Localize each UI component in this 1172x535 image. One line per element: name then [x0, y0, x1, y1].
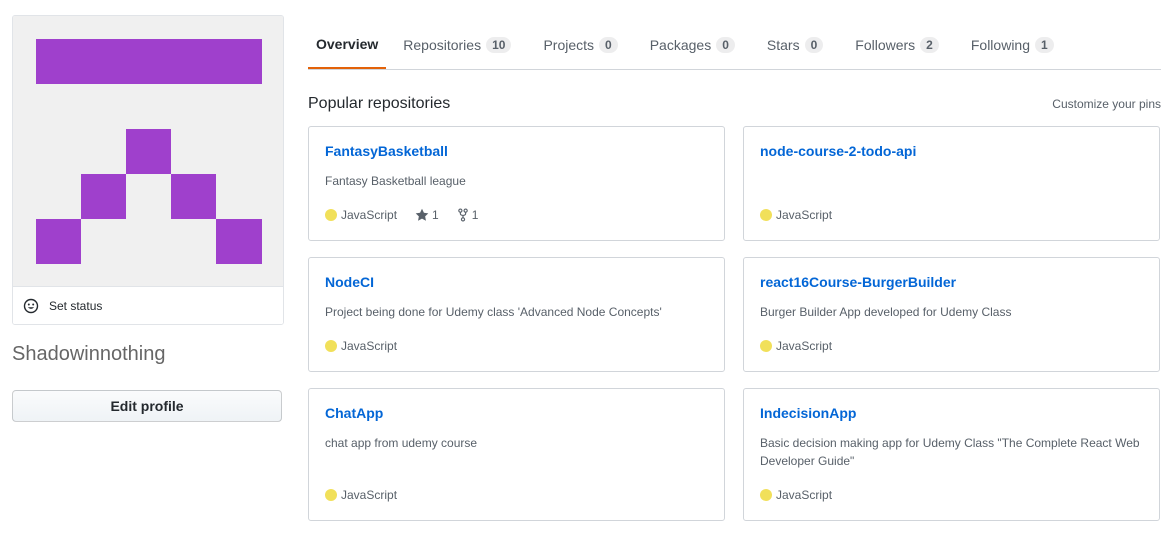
tab-followers[interactable]: Followers 2 [847, 20, 947, 69]
repo-card: node-course-2-todo-api JavaScript [743, 126, 1160, 241]
repo-meta: JavaScript 1 1 [325, 208, 478, 222]
repo-description: Basic decision making app for Udemy Clas… [760, 436, 1140, 468]
language-color-dot [760, 209, 772, 221]
repo-language: JavaScript [776, 208, 833, 222]
tab-projects[interactable]: Projects 0 [535, 20, 625, 69]
language-color-dot [325, 209, 337, 221]
repo-card: ChatApp chat app from udemy course JavaS… [308, 388, 725, 521]
avatar-container: Set status [12, 15, 284, 325]
tab-following[interactable]: Following 1 [963, 20, 1062, 69]
customize-pins-link[interactable]: Customize your pins [1052, 97, 1161, 111]
repo-card: IndecisionApp Basic decision making app … [743, 388, 1160, 521]
language-color-dot [325, 340, 337, 352]
tab-counter: 2 [920, 36, 939, 53]
repo-meta: JavaScript [325, 339, 397, 353]
repo-description: Burger Builder App developed for Udemy C… [760, 305, 1012, 319]
smiley-icon [23, 298, 39, 313]
tab-counter: 1 [1035, 36, 1054, 53]
repo-meta: JavaScript [760, 488, 832, 502]
repo-language: JavaScript [341, 208, 398, 222]
tab-label: Following [970, 36, 1030, 53]
avatar[interactable] [13, 16, 283, 286]
repo-name-link[interactable]: NodeCI [325, 274, 374, 290]
tab-counter: 0 [599, 36, 618, 53]
repo-language: JavaScript [776, 488, 833, 502]
repo-forks-link[interactable]: 1 [457, 208, 479, 222]
tab-overview[interactable]: Overview [308, 20, 387, 69]
repo-name-link[interactable]: FantasyBasketball [325, 143, 448, 159]
repo-forks-count: 1 [471, 208, 479, 222]
set-status-button[interactable]: Set status [13, 286, 283, 324]
repo-meta: JavaScript [760, 339, 832, 353]
profile-nav: Overview Repositories 10 Projects 0 Pack… [308, 20, 1161, 70]
star-icon [415, 208, 429, 221]
repo-name-link[interactable]: ChatApp [325, 405, 383, 421]
fork-icon [457, 208, 468, 222]
language-color-dot [760, 340, 772, 352]
tab-label: Stars [766, 36, 800, 53]
tab-packages[interactable]: Packages 0 [642, 20, 743, 69]
repo-stars-link[interactable]: 1 [415, 208, 439, 222]
repo-card: react16Course-BurgerBuilder Burger Build… [743, 257, 1160, 372]
tab-label: Overview [316, 35, 379, 52]
repo-meta: JavaScript [325, 488, 397, 502]
tab-repositories[interactable]: Repositories 10 [395, 20, 519, 69]
repo-name-link[interactable]: react16Course-BurgerBuilder [760, 274, 956, 290]
popular-repos-header: Popular repositories Customize your pins [308, 95, 1161, 113]
repo-name-link[interactable]: IndecisionApp [760, 405, 856, 421]
tab-label: Followers [855, 36, 916, 53]
tab-label: Projects [543, 36, 595, 53]
tab-label: Repositories [403, 36, 482, 53]
set-status-label: Set status [49, 298, 103, 313]
repo-description: chat app from udemy course [325, 436, 478, 450]
tab-counter: 0 [804, 36, 824, 53]
language-color-dot [325, 489, 337, 501]
edit-profile-button[interactable]: Edit profile [12, 390, 282, 422]
repo-language: JavaScript [341, 488, 398, 502]
repo-language: JavaScript [776, 339, 833, 353]
tab-stars[interactable]: Stars 0 [759, 20, 831, 69]
tab-counter: 10 [486, 36, 512, 53]
tab-counter: 0 [716, 36, 735, 53]
repo-language: JavaScript [341, 339, 398, 353]
popular-repos-title: Popular repositories [308, 95, 451, 112]
tab-label: Packages [649, 36, 712, 53]
repo-description: Fantasy Basketball league [325, 174, 466, 188]
language-color-dot [760, 489, 772, 501]
repo-meta: JavaScript [760, 208, 832, 222]
repo-card: NodeCI Project being done for Udemy clas… [308, 257, 725, 372]
repo-card: FantasyBasketball Fantasy Basketball lea… [308, 126, 725, 241]
profile-sidebar: Set status Shadowinnothing Edit profile [12, 15, 284, 422]
repo-stars-count: 1 [432, 208, 439, 222]
repo-description: Project being done for Udemy class 'Adva… [325, 305, 662, 319]
profile-username: Shadowinnothing [12, 343, 166, 365]
repo-name-link[interactable]: node-course-2-todo-api [760, 143, 916, 159]
